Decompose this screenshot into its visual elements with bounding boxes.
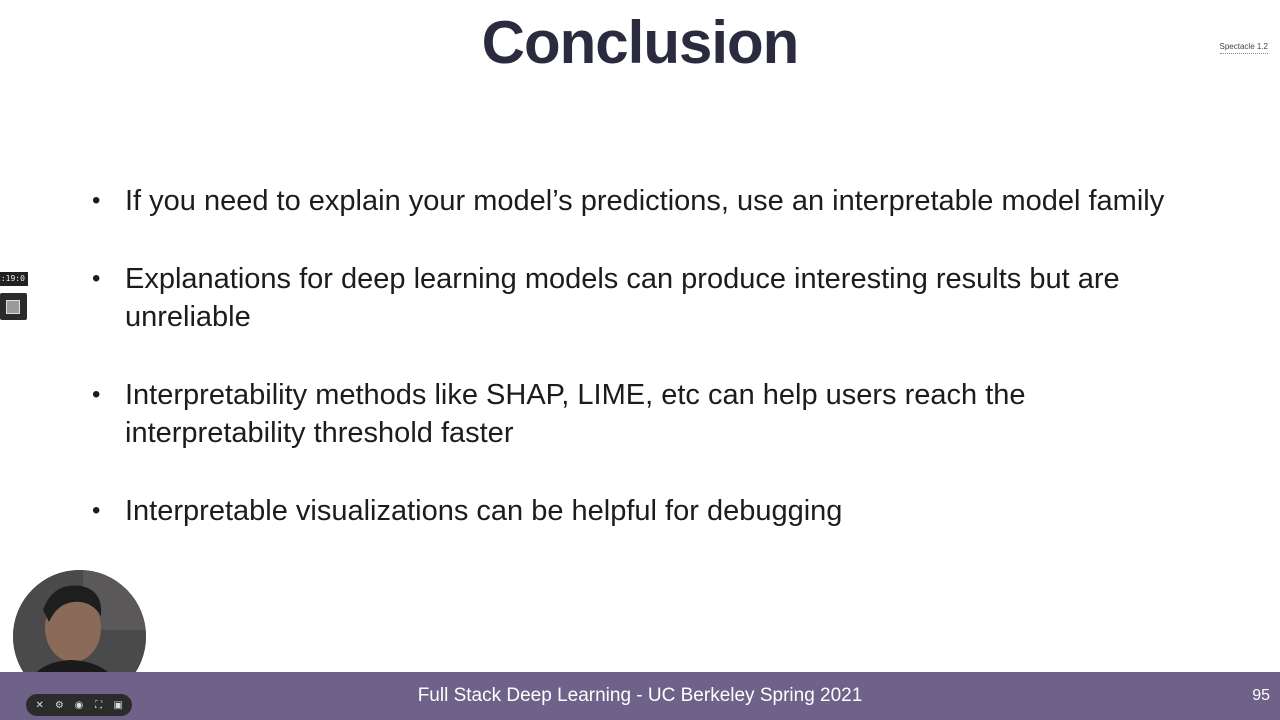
circle-icon[interactable]: ◉ — [73, 699, 85, 711]
stop-icon — [6, 300, 20, 314]
bullet-item: • Interpretable visualizations can be he… — [86, 492, 1206, 530]
close-icon[interactable]: ✕ — [34, 699, 46, 711]
bullet-marker: • — [92, 187, 101, 214]
expand-icon[interactable]: ⛶ — [93, 699, 105, 711]
slide-title: Conclusion — [481, 9, 800, 76]
bullet-text: Interpretable visualizations can be help… — [125, 495, 843, 527]
bullet-item: • If you need to explain your model’s pr… — [86, 182, 1206, 220]
settings-icon[interactable]: ⚙ — [53, 699, 65, 711]
bullet-text: Explanations for deep learning models ca… — [125, 263, 1120, 333]
bullet-marker: • — [92, 381, 101, 408]
bullet-marker: • — [92, 265, 101, 292]
bullet-item: • Interpretability methods like SHAP, LI… — [86, 376, 1206, 452]
spectacle-version-label: Spectacle 1.2 — [1219, 42, 1268, 54]
bullet-item: • Explanations for deep learning models … — [86, 260, 1206, 336]
webcam-controls: ✕ ⚙ ◉ ⛶ ▣ — [26, 694, 132, 716]
stop-recording-button[interactable] — [0, 293, 27, 320]
bullet-marker: • — [92, 497, 101, 524]
recording-timer: 2:19:0 — [0, 272, 28, 286]
camera-icon[interactable]: ▣ — [112, 699, 124, 711]
bullet-text: If you need to explain your model’s pred… — [125, 185, 1165, 217]
bullet-list: • If you need to explain your model’s pr… — [86, 182, 1206, 570]
footer-bar: Full Stack Deep Learning - UC Berkeley S… — [0, 672, 1280, 720]
page-number: 95 — [1252, 687, 1270, 704]
bullet-text: Interpretability methods like SHAP, LIME… — [125, 379, 1026, 449]
footer-text: Full Stack Deep Learning - UC Berkeley S… — [417, 685, 863, 706]
